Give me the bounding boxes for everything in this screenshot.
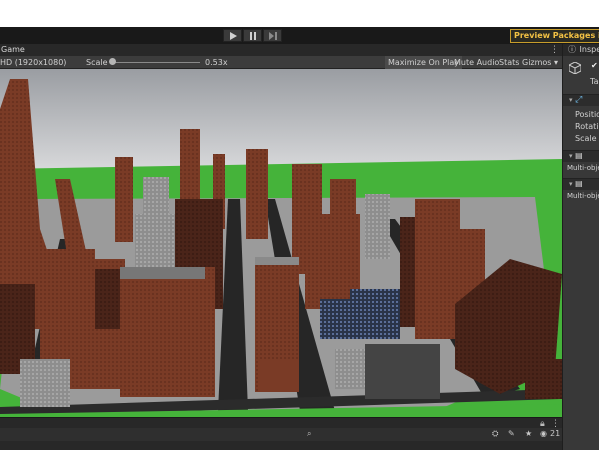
game-view-toolbar: HD (1920x1080) Scale 0.53x Maximize On P… (0, 56, 562, 69)
gizmos-dropdown[interactable]: Gizmos (522, 56, 551, 69)
scale-label: Scale (86, 58, 108, 67)
game-status-bar: 🔒︎ ⋮ ⌕ ⛭ ✎ ★ ◉ 21 (0, 417, 562, 450)
foldout-arrow-icon: ▾ (569, 152, 573, 160)
play-icon (229, 31, 237, 40)
building (20, 359, 70, 407)
maximize-on-play-button[interactable]: Maximize On Play (385, 56, 463, 69)
building (365, 194, 390, 259)
active-checkbox[interactable]: ✔ (591, 61, 599, 70)
step-icon (268, 31, 277, 40)
multi-object-note-1: Multi-object (567, 164, 599, 172)
search-icon[interactable]: ⌕ (307, 429, 311, 439)
building (525, 359, 562, 399)
building (120, 267, 215, 397)
play-button[interactable] (223, 29, 242, 42)
building (246, 149, 268, 239)
script-icon: ▤ (575, 179, 583, 188)
scale-value: 0.53x (205, 58, 228, 67)
tag-icon[interactable]: ✎ (508, 429, 515, 438)
mute-audio-button[interactable]: Mute Audio (454, 56, 499, 69)
building (415, 199, 460, 339)
scale-label: Scale (575, 134, 597, 143)
rooftop (120, 267, 205, 279)
cube-icon-svg (568, 61, 582, 75)
position-label: Position (575, 110, 599, 119)
resolution-dropdown[interactable]: HD (1920x1080) (0, 56, 66, 69)
sky (0, 69, 562, 169)
info-icon: ⓘ (568, 45, 576, 54)
step-button[interactable] (263, 29, 282, 42)
eye-count-icon: ◉ (540, 429, 547, 438)
transform-header[interactable]: ▾ ⤢ (563, 94, 599, 106)
game-tab-bar: Game ⋮ (0, 44, 562, 56)
building (350, 289, 400, 339)
scene-toolbar: ⌕ ⛭ ✎ ★ ◉ 21 (0, 428, 562, 441)
city-render (0, 69, 562, 417)
building (115, 157, 133, 242)
main-toolbar: Preview Packages in Use (0, 27, 599, 44)
inspector-panel: ⓘ Inspector ✔ Ta ▾ ⤢ Position Rotation S… (562, 44, 599, 450)
scale-slider-handle[interactable] (109, 58, 116, 65)
hidden-count: 21 (550, 429, 561, 438)
pause-button[interactable] (243, 29, 262, 42)
stats-button[interactable]: Stats (499, 56, 519, 69)
scale-slider[interactable] (112, 62, 200, 63)
preview-packages-button[interactable]: Preview Packages in Use (510, 29, 599, 43)
tag-label: Ta (590, 77, 599, 86)
component-header-1[interactable]: ▾ ▤ (563, 150, 599, 162)
component-header-2[interactable]: ▾ ▤ (563, 178, 599, 190)
inspector-tab-label: Inspector (579, 45, 599, 54)
transform-icon: ⤢ (575, 95, 583, 105)
rooftop (255, 257, 299, 265)
play-controls (223, 29, 282, 42)
script-icon: ▤ (575, 151, 583, 160)
rotation-label: Rotation (575, 122, 599, 131)
tab-inspector[interactable]: ⓘ Inspector (563, 44, 599, 56)
tab-game[interactable]: Game (0, 44, 25, 56)
building (365, 344, 440, 399)
scene-visibility-icon[interactable]: ⛭ (492, 429, 498, 439)
foldout-arrow-icon: ▾ (569, 96, 573, 104)
star-icon[interactable]: ★ (525, 429, 532, 438)
unity-editor: Preview Packages in Use Game ⋮ HD (1920x… (0, 27, 599, 450)
building (258, 359, 298, 391)
gizmos-arrow-icon[interactable]: ▾ (554, 56, 558, 69)
foldout-arrow-icon: ▾ (569, 180, 573, 188)
game-viewport[interactable] (0, 69, 562, 417)
multi-object-note-2: Multi-object (567, 192, 599, 200)
pause-icon (249, 31, 256, 40)
game-menu-icon[interactable]: ⋮ (550, 44, 559, 56)
